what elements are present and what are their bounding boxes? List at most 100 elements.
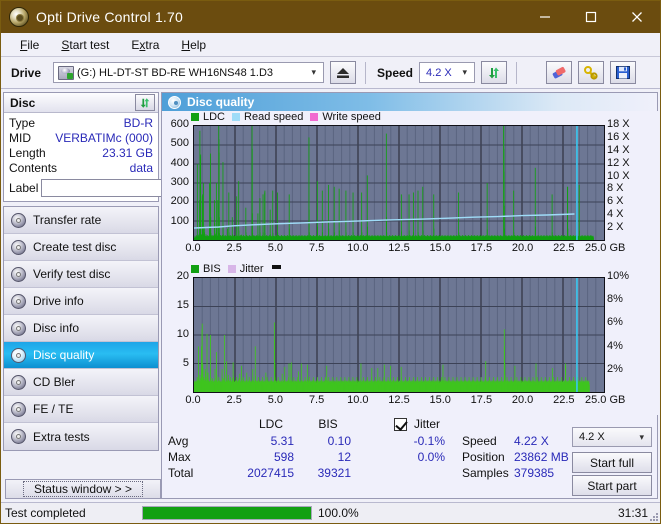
start-full-button[interactable]: Start full <box>572 452 652 473</box>
disc-quality-icon <box>11 347 26 363</box>
sidebar-label-create-test-disc: Create test disc <box>33 240 117 254</box>
disc-row-mid-value: VERBATIMc (000) <box>55 131 153 145</box>
chevron-down-icon: ▾ <box>639 431 644 442</box>
sidebar-item-cd-bler[interactable]: CD Bler <box>4 369 158 396</box>
menu-file[interactable]: FFileile <box>9 35 50 55</box>
bis-xtick: 17.5 <box>470 394 493 406</box>
disc-row-mid: MID VERBATIMc (000) <box>9 131 153 146</box>
erase-button[interactable] <box>546 61 573 84</box>
legend-swatch-read-speed <box>232 113 241 121</box>
tools-button[interactable] <box>578 61 605 84</box>
stats-position-label: Position <box>462 450 505 464</box>
bis-xtick: 12.5 <box>388 394 410 406</box>
stats-jitter-avg: -0.1% <box>413 434 445 448</box>
scale-marker-icon <box>271 264 281 269</box>
close-button[interactable] <box>614 1 660 33</box>
jitter-checkbox[interactable] <box>394 418 407 431</box>
ldc-ytick-right: 8 X <box>607 182 624 195</box>
bis-ytick-right: 6% <box>607 316 623 329</box>
ldc-ytick: 200 <box>170 195 189 208</box>
bis-ytick: 20 <box>176 270 189 282</box>
stats-bis-max: 12 <box>337 450 351 464</box>
drive-select-value: (G:) HL-DT-ST BD-RE WH16NS48 1.D3 <box>77 66 274 79</box>
stats-col-jitter: Jitter <box>414 417 441 431</box>
start-part-button[interactable]: Start part <box>572 475 652 496</box>
legend-swatch-bis <box>191 265 199 273</box>
stats-bis-total: 39321 <box>317 466 351 480</box>
disc-verify-icon <box>11 266 26 282</box>
ldc-ytick-right: 2 X <box>607 221 624 234</box>
minimize-button[interactable] <box>522 1 568 33</box>
stats-speed-label: Speed <box>462 434 497 448</box>
sidebar-item-extra-tests[interactable]: Extra tests <box>4 423 158 450</box>
ldc-xtick: 0.0 <box>185 242 201 254</box>
stats-panel: LDC BIS Jitter Avg 5.31 0.10 -0.1% Max 5… <box>162 415 659 496</box>
disc-panel-header: Disc <box>4 93 158 113</box>
disc-row-contents-value: data <box>129 161 153 175</box>
drive-select[interactable]: (G:) HL-DT-ST BD-RE WH16NS48 1.D3 ▾ <box>53 62 324 83</box>
eject-button[interactable] <box>330 61 356 84</box>
ldc-xtick: 12.5 <box>388 242 410 254</box>
speed-select[interactable]: 4.2 X ▾ <box>419 62 476 83</box>
sidebar-item-drive-info[interactable]: Drive info <box>4 288 158 315</box>
speed-label: Speed <box>377 65 414 80</box>
ldc-ytick: 400 <box>170 156 189 169</box>
opti-drive-control-window: Opti Drive Control 1.70 FFileile Start t… <box>0 0 661 524</box>
disc-row-type-value: BD-R <box>123 116 153 130</box>
status-message: Test completed <box>5 506 86 520</box>
disc-row-mid-key: MID <box>9 131 31 145</box>
legend-swatch-jitter <box>227 265 236 273</box>
stats-bis-avg: 0.10 <box>327 434 351 448</box>
ldc-ytick-right: 18 X <box>607 118 630 130</box>
disc-transfer-icon <box>11 212 26 228</box>
stats-col-ldc: LDC <box>258 417 283 431</box>
stats-row-avg: Avg <box>168 434 189 448</box>
bis-xtick: 5.0 <box>267 394 284 406</box>
ldc-xtick: 7.5 <box>308 242 325 254</box>
sidebar-label-transfer-rate: Transfer rate <box>33 213 102 227</box>
ldc-chart-legend: LDC Read speed Write speed <box>191 111 381 123</box>
ldc-plot-area <box>193 125 605 241</box>
maximize-button[interactable] <box>568 1 614 33</box>
bis-ytick: 5 <box>182 357 189 369</box>
bis-ytick-right: 2% <box>607 362 623 375</box>
refresh-button[interactable] <box>481 61 508 84</box>
legend-label-bis: BIS <box>203 263 221 275</box>
sidebar-label-extra-tests: Extra tests <box>33 429 90 444</box>
legend-label-jitter: Jitter <box>239 263 264 275</box>
sidebar-item-transfer-rate[interactable]: Transfer rate <box>4 207 158 234</box>
disc-row-length-key: Length <box>9 146 46 160</box>
ldc-ytick: 500 <box>170 137 189 150</box>
sidebar-item-disc-info[interactable]: Disc info <box>4 315 158 342</box>
right-pane: Disc quality LDC Read speed Write speed … <box>161 92 659 499</box>
test-speed-select-value: 4.2 X <box>579 431 605 443</box>
resize-grip-icon[interactable] <box>648 511 658 521</box>
menu-extra[interactable]: Extra <box>120 35 170 55</box>
ldc-ytick-right: 6 X <box>607 195 624 208</box>
ldc-ytick-right: 12 X <box>607 156 630 169</box>
progress-bar <box>142 506 312 520</box>
save-button[interactable] <box>610 61 637 84</box>
test-speed-select[interactable]: 4.2 X ▾ <box>572 427 652 447</box>
ldc-xtick: 2.5 <box>226 242 242 254</box>
ldc-xtick: 17.5 <box>470 242 493 254</box>
menu-start-test[interactable]: Start test <box>50 35 120 55</box>
speed-select-value: 4.2 X <box>426 66 452 79</box>
sidebar-item-fe-te[interactable]: FE / TE <box>4 396 158 423</box>
sidebar-item-verify-test-disc[interactable]: Verify test disc <box>4 261 158 288</box>
menu-bar: FFileile Start test Extra Help <box>1 33 660 57</box>
status-bar: Test completed 100.0% 31:31 <box>1 502 660 523</box>
stats-speed-value: 4.22 X <box>514 434 549 448</box>
sidebar-label-disc-quality: Disc quality <box>33 348 95 362</box>
menu-help[interactable]: Help <box>170 35 217 55</box>
status-window-button[interactable]: Status window > > <box>5 479 161 499</box>
stats-ldc-max: 598 <box>273 450 294 464</box>
app-disc-icon <box>9 7 29 27</box>
start-part-label: Start part <box>587 478 637 493</box>
status-window-button-label: Status window > > <box>22 481 144 497</box>
start-full-label: Start full <box>589 455 634 470</box>
sidebar-item-disc-quality[interactable]: Disc quality <box>4 342 158 369</box>
sidebar-item-create-test-disc[interactable]: Create test disc <box>4 234 158 261</box>
stats-ldc-avg: 5.31 <box>270 434 294 448</box>
disc-refresh-button[interactable] <box>135 94 155 111</box>
